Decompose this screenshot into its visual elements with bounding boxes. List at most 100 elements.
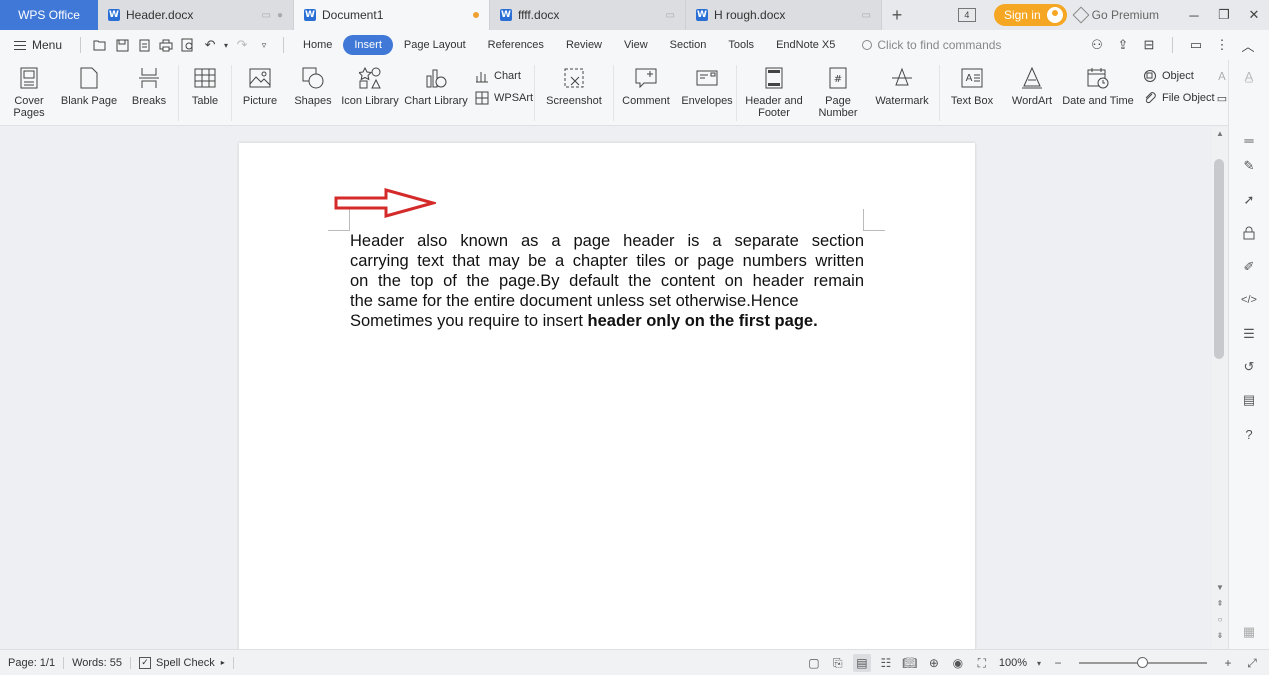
fit-page-icon[interactable]: ⛶ [973,654,991,672]
main-menu-button[interactable]: Menu [0,38,72,52]
page-view-icon[interactable]: ▤ [852,654,871,672]
wordart-button[interactable]: WordArt [1004,60,1060,126]
spell-check-button[interactable]: ✓ Spell Check ▸ [131,656,233,669]
comment-bubble-icon[interactable]: ▭ [1185,34,1207,56]
cover-pages-button[interactable]: Cover Pages [0,60,58,126]
save-icon[interactable] [111,34,133,56]
protect-document-icon[interactable]: ▢ [805,654,823,672]
vertical-scrollbar[interactable]: ▲ ▼ ⇞ ○ ⇟ [1212,127,1228,649]
more-options-icon[interactable]: ⋮ [1211,34,1233,56]
sign-in-button[interactable]: Sign in [993,4,1067,26]
picture-button[interactable]: Picture [232,60,288,126]
scroll-up-icon[interactable]: ▲ [1214,129,1226,138]
customize-toolbar-icon[interactable]: ▿ [253,34,275,56]
shapes-button[interactable]: Shapes [288,60,338,126]
tab-references[interactable]: References [477,35,555,55]
chart-library-button[interactable]: Chart Library [402,60,470,126]
tab-section[interactable]: Section [659,35,718,55]
outline-view-icon[interactable]: ☷ [877,654,895,672]
scroll-down-icon[interactable]: ▼ [1214,583,1226,592]
zoom-dropdown-icon[interactable]: ▾ [1035,654,1043,672]
envelopes-button[interactable]: Envelopes [678,60,736,126]
select-cursor-icon[interactable]: ➚ [1239,190,1259,210]
doc-tab-header-docx[interactable]: W Header.docx ▭ ● [98,0,294,30]
object-button[interactable]: Object [1142,68,1216,84]
restore-icon[interactable]: ❐ [1209,0,1239,30]
print-preview-icon[interactable] [177,34,199,56]
text-box-button[interactable]: A Text Box [940,60,1004,126]
doc-tab-h-rough-docx[interactable]: W H rough.docx ▭ [686,0,882,30]
select-browse-object-icon[interactable]: ○ [1214,615,1226,624]
open-folder-icon[interactable] [89,34,111,56]
zoom-slider[interactable] [1079,657,1207,668]
icon-library-button[interactable]: Icon Library [338,60,402,126]
cloud-sync-icon[interactable]: ⇪ [1112,34,1134,56]
wpsart-button[interactable]: WPSArt [474,90,534,106]
tab-view[interactable]: View [613,35,659,55]
file-object-button[interactable]: File Object [1142,90,1216,106]
header-footer-button[interactable]: Header and Footer [737,60,811,126]
page-number-button[interactable]: # Page Number [811,60,865,126]
translate-page-icon[interactable]: ⎘ [829,654,847,672]
find-commands-box[interactable]: Click to find commands [862,38,1001,52]
word-count[interactable]: Words: 55 [64,657,130,669]
tab-page-layout[interactable]: Page Layout [393,35,477,55]
breaks-button[interactable]: Breaks [120,60,178,126]
tab-cloud-icon[interactable]: ▭ [862,10,871,21]
date-time-button[interactable]: Date and Time [1060,60,1136,126]
page-indicator[interactable]: Page: 1/1 [0,657,63,669]
tab-review[interactable]: Review [555,35,613,55]
prev-page-icon[interactable]: ⇞ [1214,599,1226,608]
help-icon[interactable]: ? [1239,424,1259,444]
fullscreen-icon[interactable]: ⤢ [1243,654,1261,672]
export-pdf-icon[interactable] [133,34,155,56]
document-page[interactable]: Header also known as a page header is a … [239,143,975,649]
tab-tools[interactable]: Tools [717,35,765,55]
apps-grid-icon[interactable]: ▦ [1239,622,1259,642]
minimize-icon[interactable]: ─ [1179,0,1209,30]
go-premium-button[interactable]: Go Premium [1072,6,1159,24]
settings-sliders-icon[interactable]: ☰ [1239,324,1259,344]
undo-dropdown-icon[interactable]: ▾ [221,34,231,56]
tab-close-icon[interactable]: ● [277,10,283,21]
watermark-button[interactable]: Watermark [865,60,939,126]
comment-button[interactable]: Comment [614,60,678,126]
tab-cloud-icon[interactable]: ▭ [666,10,675,21]
table-button[interactable]: Table [179,60,231,126]
tools-dropdown-icon[interactable]: ⊟ [1138,34,1160,56]
sidebar-symbol-icon[interactable]: A̲ [1239,66,1259,86]
zoom-level[interactable]: 100% [997,657,1029,669]
document-body-text[interactable]: Header also known as a page header is a … [350,231,864,331]
tab-endnote[interactable]: EndNote X5 [765,35,846,55]
zoom-in-icon[interactable]: + [1219,654,1237,672]
reading-view-icon[interactable]: 📖︎ [901,654,919,672]
undo-icon[interactable]: ↶ [199,34,221,56]
scrollbar-thumb[interactable] [1214,159,1224,359]
print-icon[interactable] [155,34,177,56]
screenshot-button[interactable]: Screenshot [535,60,613,126]
tab-home[interactable]: Home [292,35,343,55]
chart-button[interactable]: Chart [474,68,534,84]
review-edit-icon[interactable]: ✐ [1239,257,1259,277]
navigation-list-icon[interactable]: ▤ [1239,390,1259,410]
next-page-icon[interactable]: ⇟ [1214,631,1226,640]
code-icon[interactable]: </> [1239,290,1259,310]
tab-cloud-icon[interactable]: ▭ [262,10,271,21]
lock-icon[interactable] [1239,223,1259,243]
blank-page-button[interactable]: Blank Page [58,60,120,126]
new-tab-button[interactable]: + [882,0,912,30]
tab-count-badge[interactable]: 4 [957,8,976,22]
collapse-ribbon-icon[interactable]: ︿ [1237,34,1259,56]
tab-insert[interactable]: Insert [343,35,393,55]
doc-tab-document1[interactable]: W Document1 [294,0,490,30]
zoom-out-icon[interactable]: − [1049,654,1067,672]
zoom-slider-knob[interactable] [1137,657,1148,668]
share-user-icon[interactable]: ⚇ [1086,34,1108,56]
eye-protection-icon[interactable]: ◉ [949,654,967,672]
web-view-icon[interactable]: ⊕ [925,654,943,672]
edit-pen-icon[interactable]: ✎ [1239,156,1259,176]
history-icon[interactable]: ↺ [1239,357,1259,377]
wps-office-home-tab[interactable]: WPS Office [0,0,98,30]
close-icon[interactable]: ✕ [1239,0,1269,30]
doc-tab-ffff-docx[interactable]: W ffff.docx ▭ [490,0,686,30]
